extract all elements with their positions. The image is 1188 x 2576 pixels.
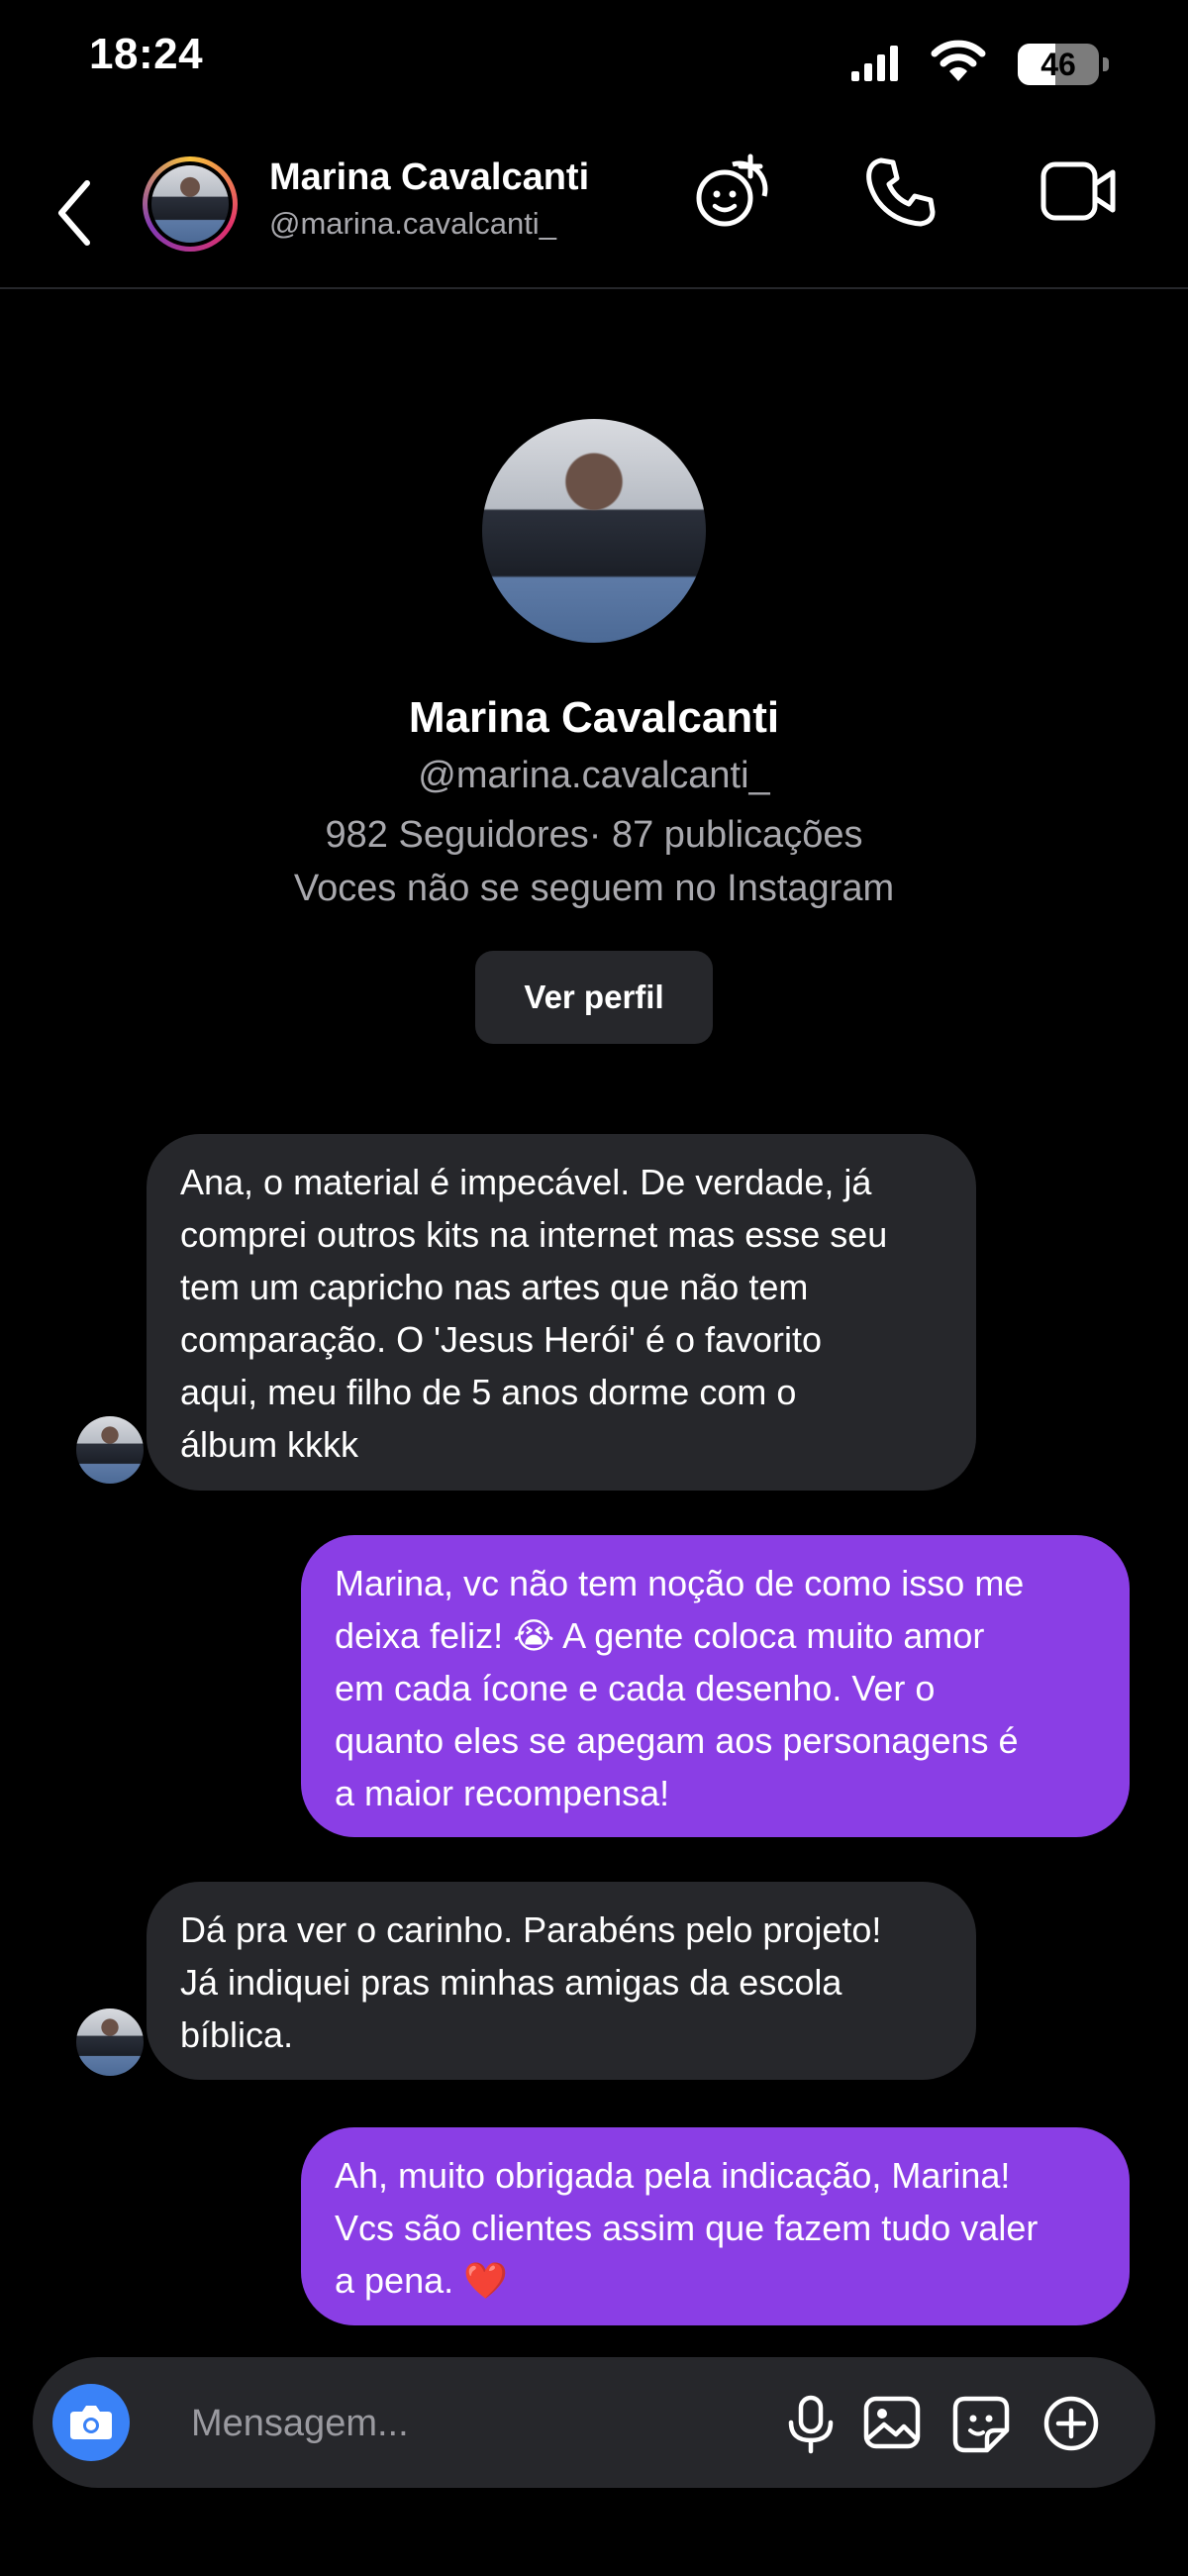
message-line: a pena. ❤️ bbox=[335, 2260, 508, 2301]
sticker-icon[interactable] bbox=[951, 2395, 1011, 2454]
battery-indicator: 46 bbox=[1018, 44, 1109, 85]
header-contact-name[interactable]: Marina Cavalcanti bbox=[269, 156, 589, 199]
message-avatar[interactable] bbox=[76, 2009, 144, 2076]
battery-level: 46 bbox=[1040, 47, 1076, 82]
message-line: comparação. O 'Jesus Herói' é o favorito bbox=[180, 1319, 823, 1360]
message-line: Vcs são clientes assim que fazem tudo va… bbox=[335, 2208, 1039, 2248]
message-line: deixa feliz! 😭 A gente coloca muito amor bbox=[335, 1615, 985, 1656]
gallery-icon[interactable] bbox=[862, 2395, 922, 2450]
camera-button[interactable] bbox=[52, 2384, 130, 2461]
view-profile-button[interactable]: Ver perfil bbox=[475, 951, 713, 1044]
back-chevron-icon[interactable] bbox=[50, 173, 99, 253]
chat-header: Marina Cavalcanti @marina.cavalcanti_ bbox=[0, 119, 1188, 289]
message-line: Dá pra ver o carinho. Parabéns pelo proj… bbox=[180, 1909, 882, 1950]
camera-icon bbox=[70, 2406, 112, 2439]
status-time: 18:24 bbox=[89, 30, 204, 78]
profile-handle: @marina.cavalcanti_ bbox=[418, 755, 770, 796]
chat-screen: 18:24 46 Marina Cavalcanti @marina.caval… bbox=[0, 0, 1188, 2576]
wifi-icon bbox=[931, 40, 986, 81]
incoming-message-bubble[interactable]: Ana, o material é impecável. De verdade,… bbox=[147, 1134, 976, 1491]
message-line: em cada ícone e cada desenho. Ver o bbox=[335, 1668, 936, 1708]
profile-name: Marina Cavalcanti bbox=[408, 693, 780, 742]
message-line: aqui, meu filho de 5 anos dorme com o bbox=[180, 1372, 797, 1412]
cellular-signal-icon bbox=[851, 46, 898, 81]
plus-icon[interactable] bbox=[1042, 2395, 1100, 2452]
message-line: Ana, o material é impecável. De verdade,… bbox=[180, 1162, 872, 1202]
message-line: quanto eles se apegam aos personagens é bbox=[335, 1720, 1019, 1761]
header-avatar[interactable] bbox=[143, 156, 238, 252]
outgoing-message-bubble[interactable]: Ah, muito obrigada pela indicação, Marin… bbox=[301, 2127, 1130, 2325]
profile-avatar[interactable] bbox=[482, 419, 706, 643]
video-camera-icon[interactable] bbox=[1040, 158, 1119, 224]
incoming-message-bubble[interactable]: Dá pra ver o carinho. Parabéns pelo proj… bbox=[147, 1882, 976, 2080]
avatar-photo bbox=[482, 419, 706, 643]
message-line: tem um capricho nas artes que não tem bbox=[180, 1267, 809, 1307]
phone-icon[interactable] bbox=[863, 155, 939, 230]
message-line: comprei outros kits na internet mas esse… bbox=[180, 1214, 888, 1255]
message-line: Já indiquei pras minhas amigas da escola bbox=[180, 1962, 842, 2003]
avatar-photo bbox=[151, 165, 229, 243]
add-effect-icon[interactable] bbox=[693, 151, 774, 232]
message-line: álbum kkkk bbox=[180, 1424, 359, 1465]
avatar-photo bbox=[76, 1416, 144, 1484]
status-bar: 18:24 46 bbox=[0, 0, 1188, 119]
header-contact-handle[interactable]: @marina.cavalcanti_ bbox=[269, 206, 556, 242]
message-avatar[interactable] bbox=[76, 1416, 144, 1484]
microphone-icon[interactable] bbox=[783, 2395, 839, 2454]
message-line: a maior recompensa! bbox=[335, 1773, 670, 1813]
avatar-photo bbox=[76, 2009, 144, 2076]
message-composer bbox=[33, 2357, 1155, 2488]
message-line: Marina, vc não tem noção de como isso me bbox=[335, 1563, 1025, 1603]
profile-follow-status: Voces não se seguem no Instagram bbox=[293, 868, 895, 909]
message-line: bíblica. bbox=[180, 2014, 294, 2055]
message-line: Ah, muito obrigada pela indicação, Marin… bbox=[335, 2155, 1011, 2196]
message-input[interactable] bbox=[189, 2387, 747, 2460]
profile-stats: 982 Seguidores· 87 publicações bbox=[325, 814, 863, 856]
outgoing-message-bubble[interactable]: Marina, vc não tem noção de como isso me… bbox=[301, 1535, 1130, 1837]
